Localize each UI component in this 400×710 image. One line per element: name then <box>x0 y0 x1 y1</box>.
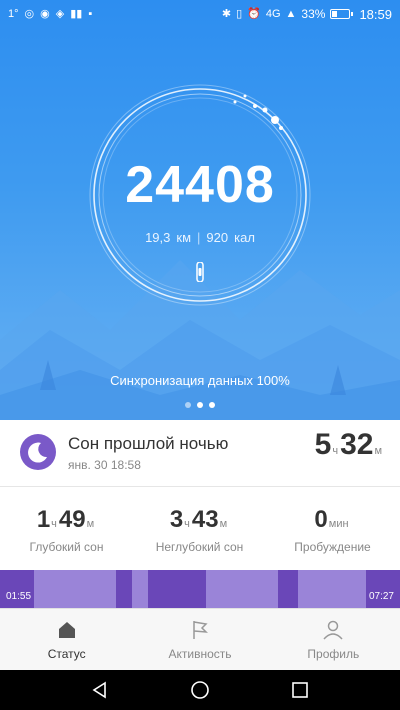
calories-value: 920 <box>206 230 229 245</box>
deep-sleep-metric: 1 ч 49 м Глубокий сон <box>0 506 133 554</box>
step-count[interactable]: 24408 <box>0 155 400 215</box>
hours-unit: ч <box>332 445 339 457</box>
deep-sleep-segment <box>366 570 400 608</box>
notification-icon: ◎ <box>24 7 35 20</box>
battery-percent: 33% <box>301 7 326 21</box>
deep-sleep-segment <box>148 570 206 608</box>
tab-label: Профиль <box>307 646 360 661</box>
signal-icon: ▲ <box>285 7 297 20</box>
pause-icon: ▮▮ <box>70 7 83 20</box>
home-circle-icon[interactable] <box>190 680 210 700</box>
status-bar: 1° ◎ ◉ ◈ ▮▮ ▪ ✱ ▯ ⏰ 4G ▲ 33% 18:59 <box>0 0 400 28</box>
metric-minutes-unit: м <box>219 518 228 530</box>
tab-activity[interactable]: Активность <box>133 609 266 670</box>
deep-sleep-segment <box>0 570 34 608</box>
metric-hours: 3 <box>169 506 184 533</box>
timeline-end: 07:27 <box>368 591 394 602</box>
divider <box>0 486 400 487</box>
sleep-title: Сон прошлой ночью <box>68 434 229 453</box>
telegram-icon: ◈ <box>55 7 65 20</box>
sync-status: Синхронизация данных 100% <box>110 373 290 388</box>
camera-icon: ◉ <box>40 7 50 20</box>
distance-value: 19,3 <box>145 230 171 245</box>
metric-hours-unit: ч <box>184 518 190 530</box>
alarm-icon: ⏰ <box>247 7 261 20</box>
activity-hero: 24408 19,3 км | 920 кал Синхронизация да… <box>0 0 400 420</box>
deep-sleep-segment <box>116 570 132 608</box>
moon-icon: z <box>20 434 56 470</box>
clock: 18:59 <box>359 6 392 22</box>
page-indicator <box>0 402 400 408</box>
sleep-date: янв. 30 18:58 <box>68 458 141 472</box>
temperature-indicator: 1° <box>8 7 19 20</box>
band-icon <box>196 262 204 282</box>
tab-label: Активность <box>168 646 232 661</box>
tab-status[interactable]: Статус <box>0 609 133 670</box>
home-icon <box>58 621 75 638</box>
bluetooth-icon: ✱ <box>221 7 232 20</box>
person-icon <box>323 620 343 640</box>
metric-minutes-unit: мин <box>328 518 349 530</box>
sleep-total: 5 ч 32 м <box>315 428 384 462</box>
calories-unit: кал <box>234 230 255 245</box>
metric-hours: 1 <box>36 506 51 533</box>
svg-text:z: z <box>40 447 43 453</box>
page-dot[interactable] <box>209 402 215 408</box>
tab-bar: Статус Активность Профиль <box>0 608 400 670</box>
metric-minutes-unit: м <box>86 518 95 530</box>
metric-hours-unit: ч <box>51 518 57 530</box>
battery-icon <box>330 9 354 19</box>
metric-minutes: 43 <box>191 506 219 533</box>
stat-separator: | <box>197 230 201 245</box>
recents-icon[interactable] <box>290 680 310 700</box>
sleep-timeline[interactable]: 01:55 07:27 <box>0 570 400 608</box>
square-icon: ▪ <box>88 7 93 20</box>
awake-metric: 0 мин Пробуждение <box>266 506 399 554</box>
total-hours: 5 <box>314 428 332 461</box>
metric-label: Пробуждение <box>294 540 371 554</box>
distance-unit: км <box>176 230 192 245</box>
deep-sleep-segment <box>278 570 298 608</box>
distance-calories: 19,3 км | 920 кал <box>0 230 400 245</box>
flag-icon <box>193 620 208 639</box>
light-sleep-metric: 3 ч 43 м Неглубокий сон <box>133 506 266 554</box>
page-dot[interactable] <box>197 402 203 408</box>
back-icon[interactable] <box>90 680 110 700</box>
page-dot[interactable] <box>185 402 191 408</box>
tab-label: Статус <box>47 646 86 661</box>
metric-minutes: 49 <box>58 506 86 533</box>
sleep-card[interactable]: z Сон прошлой ночью янв. 30 18:58 5 ч 32… <box>0 420 400 570</box>
minutes-unit: м <box>374 445 382 457</box>
total-minutes: 32 <box>340 428 374 461</box>
metric-label: Глубокий сон <box>29 540 104 554</box>
metric-minutes: 0 <box>314 506 328 533</box>
timeline-start: 01:55 <box>6 591 32 602</box>
tab-profile[interactable]: Профиль <box>267 609 400 670</box>
metric-label: Неглубокий сон <box>155 540 244 554</box>
vibrate-icon: ▯ <box>236 7 243 20</box>
system-nav-bar <box>0 670 400 710</box>
network-type-icon: 4G <box>265 7 281 20</box>
